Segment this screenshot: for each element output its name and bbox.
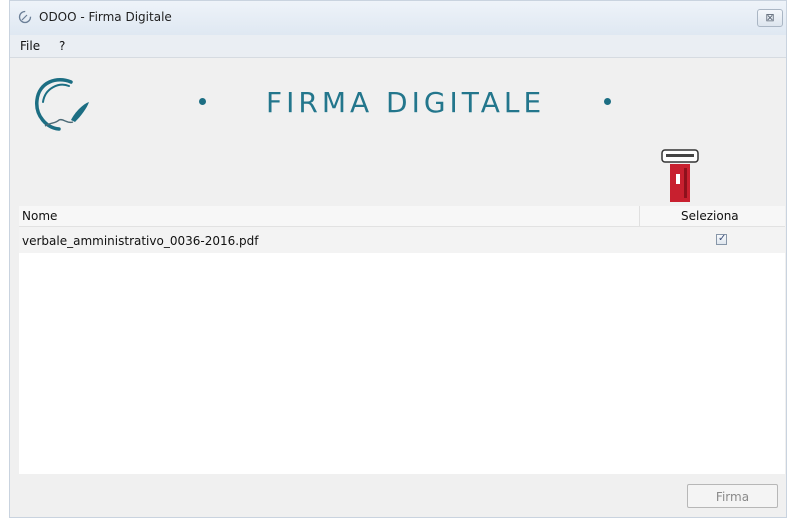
- app-window: ODOO - Firma Digitale ⊠ File ? FIRMA DIG…: [9, 0, 787, 518]
- column-divider: [639, 206, 640, 226]
- file-name-cell: verbale_amministrativo_0036-2016.pdf: [22, 234, 259, 248]
- column-header-nome[interactable]: Nome: [22, 209, 57, 223]
- firma-button[interactable]: Firma: [687, 484, 778, 508]
- file-table: Nome Seleziona verbale_amministrativo_00…: [19, 206, 785, 474]
- close-icon: ⊠: [765, 11, 775, 24]
- footer-bar: Firma: [10, 474, 786, 517]
- banner-dot-left: [199, 98, 206, 105]
- feather-logo-icon: [35, 78, 89, 131]
- banner-dot-right: [604, 98, 611, 105]
- table-row[interactable]: verbale_amministrativo_0036-2016.pdf ✓: [19, 227, 785, 253]
- table-header: Nome Seleziona: [19, 206, 785, 227]
- menu-help[interactable]: ?: [59, 39, 65, 53]
- close-button[interactable]: ⊠: [757, 9, 783, 27]
- menu-bar: File ?: [10, 35, 786, 58]
- menu-file[interactable]: File: [20, 39, 40, 53]
- header-banner: FIRMA DIGITALE: [10, 58, 786, 206]
- smartcard-reader-icon: [661, 149, 699, 202]
- column-header-seleziona[interactable]: Seleziona: [681, 209, 739, 223]
- checkmark-icon: ✓: [718, 233, 727, 244]
- banner-title: FIRMA DIGITALE: [266, 86, 546, 119]
- window-title: ODOO - Firma Digitale: [39, 10, 172, 24]
- app-icon: [18, 10, 32, 24]
- title-bar: ODOO - Firma Digitale ⊠: [10, 1, 786, 35]
- select-checkbox[interactable]: ✓: [716, 233, 727, 245]
